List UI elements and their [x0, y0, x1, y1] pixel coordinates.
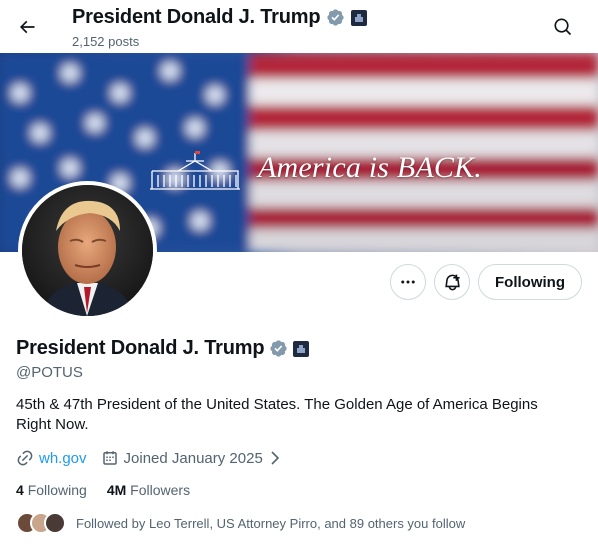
following-count: 4 [16, 482, 24, 498]
more-options-button[interactable] [390, 264, 426, 300]
following-stat-label: Following [27, 482, 87, 498]
follow-stats: 4 Following 4M Followers [16, 482, 210, 498]
followers-stat-label: Followers [130, 482, 191, 498]
header-title-row: President Donald J. Trump [72, 6, 368, 29]
following-stat[interactable]: 4 Following [16, 482, 87, 498]
followers-count: 4M [106, 482, 127, 498]
avatar-portrait-image [22, 185, 153, 316]
profile-bio: 45th & 47th President of the United Stat… [16, 396, 538, 433]
profile-name: President Donald J. Trump [16, 337, 265, 359]
chevron-right-icon[interactable] [268, 450, 282, 466]
profile-name-row: President Donald J. Trump [16, 337, 310, 360]
government-badge-icon[interactable] [293, 340, 310, 357]
verified-badge-icon[interactable] [269, 339, 288, 358]
profile-meta-row: wh.gov Joined January 2025 [16, 449, 296, 467]
followers-stat[interactable]: 4M Followers [107, 482, 190, 498]
verified-badge-icon [327, 9, 345, 26]
followers-you-know[interactable]: Followed by Leo Terrell, US Attorney Pir… [16, 512, 465, 534]
header-title: President Donald J. Trump [72, 6, 321, 28]
profile-handle: @POTUS [16, 364, 83, 381]
link-icon [17, 450, 33, 466]
search-icon [554, 18, 572, 36]
avatar [44, 512, 66, 534]
followed-by-text: Followed by Leo Terrell, US Attorney Pir… [76, 515, 466, 531]
calendar-icon [102, 451, 117, 465]
website-link[interactable]: wh.gov [39, 450, 87, 467]
joined-date: Joined January 2025 [123, 449, 263, 467]
following-button[interactable]: Following [478, 264, 582, 300]
joined-item: Joined January 2025 [101, 449, 282, 467]
posts-count: 2,152 posts [72, 34, 140, 49]
website-item: wh.gov [16, 449, 87, 467]
top-bar: President Donald J. Trump 2,152 posts [0, 0, 598, 53]
notifications-button[interactable] [434, 264, 470, 300]
profile-avatar[interactable] [18, 181, 157, 320]
back-button[interactable] [10, 10, 44, 44]
notification-bell-icon [444, 274, 460, 290]
government-badge-icon [351, 9, 368, 26]
mutual-avatars [16, 512, 68, 534]
back-arrow-icon [19, 20, 35, 34]
search-button[interactable] [546, 10, 580, 44]
white-house-logo [150, 151, 240, 190]
banner-headline: America is BACK. [258, 151, 483, 184]
more-icon [401, 280, 415, 284]
